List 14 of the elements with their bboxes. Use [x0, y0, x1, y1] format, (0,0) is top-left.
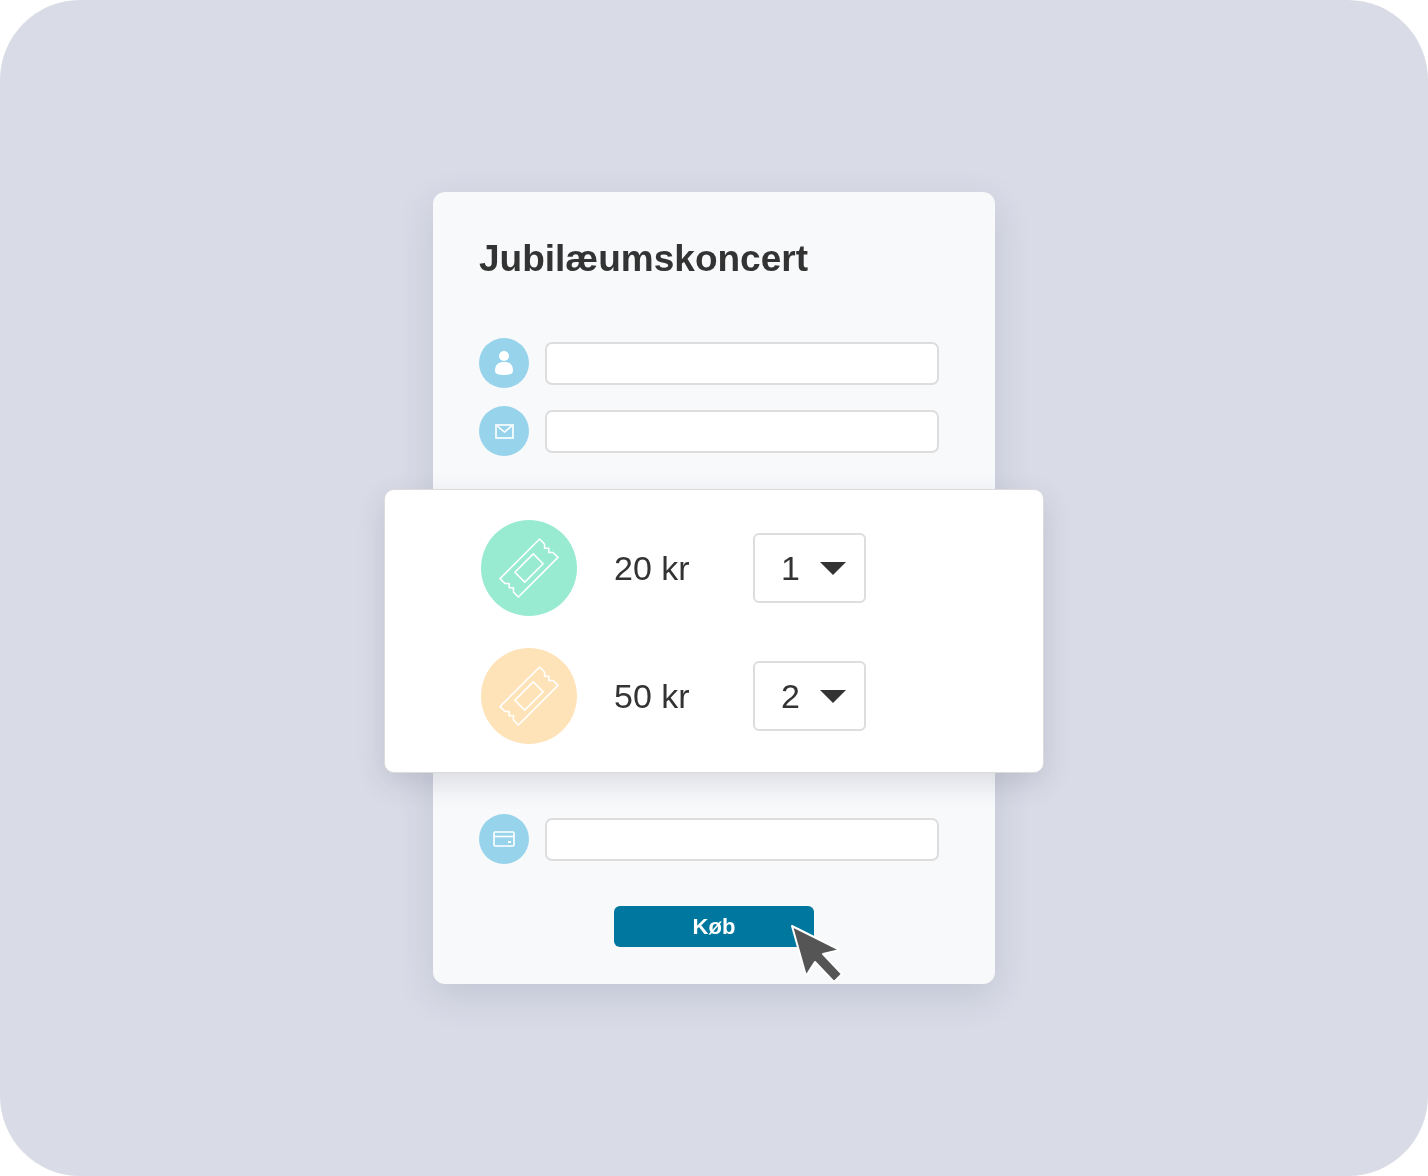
person-icon — [479, 338, 529, 388]
card-input-field[interactable] — [545, 817, 939, 861]
name-input-field[interactable] — [545, 341, 939, 385]
credit-card-icon — [479, 814, 529, 864]
caret-icon — [820, 561, 846, 575]
form-title: Jubilæumskoncert — [479, 237, 809, 281]
caret-icon — [820, 689, 846, 703]
buy-button[interactable]: Køb — [614, 906, 814, 947]
quantity-select[interactable]: 2 — [753, 661, 866, 731]
ticket-price: 50 kr — [614, 676, 691, 716]
ticket-price: 20 kr — [614, 548, 691, 588]
email-input-field[interactable] — [545, 409, 939, 453]
quantity-select[interactable]: 1 — [753, 533, 866, 603]
mail-icon — [479, 406, 529, 456]
